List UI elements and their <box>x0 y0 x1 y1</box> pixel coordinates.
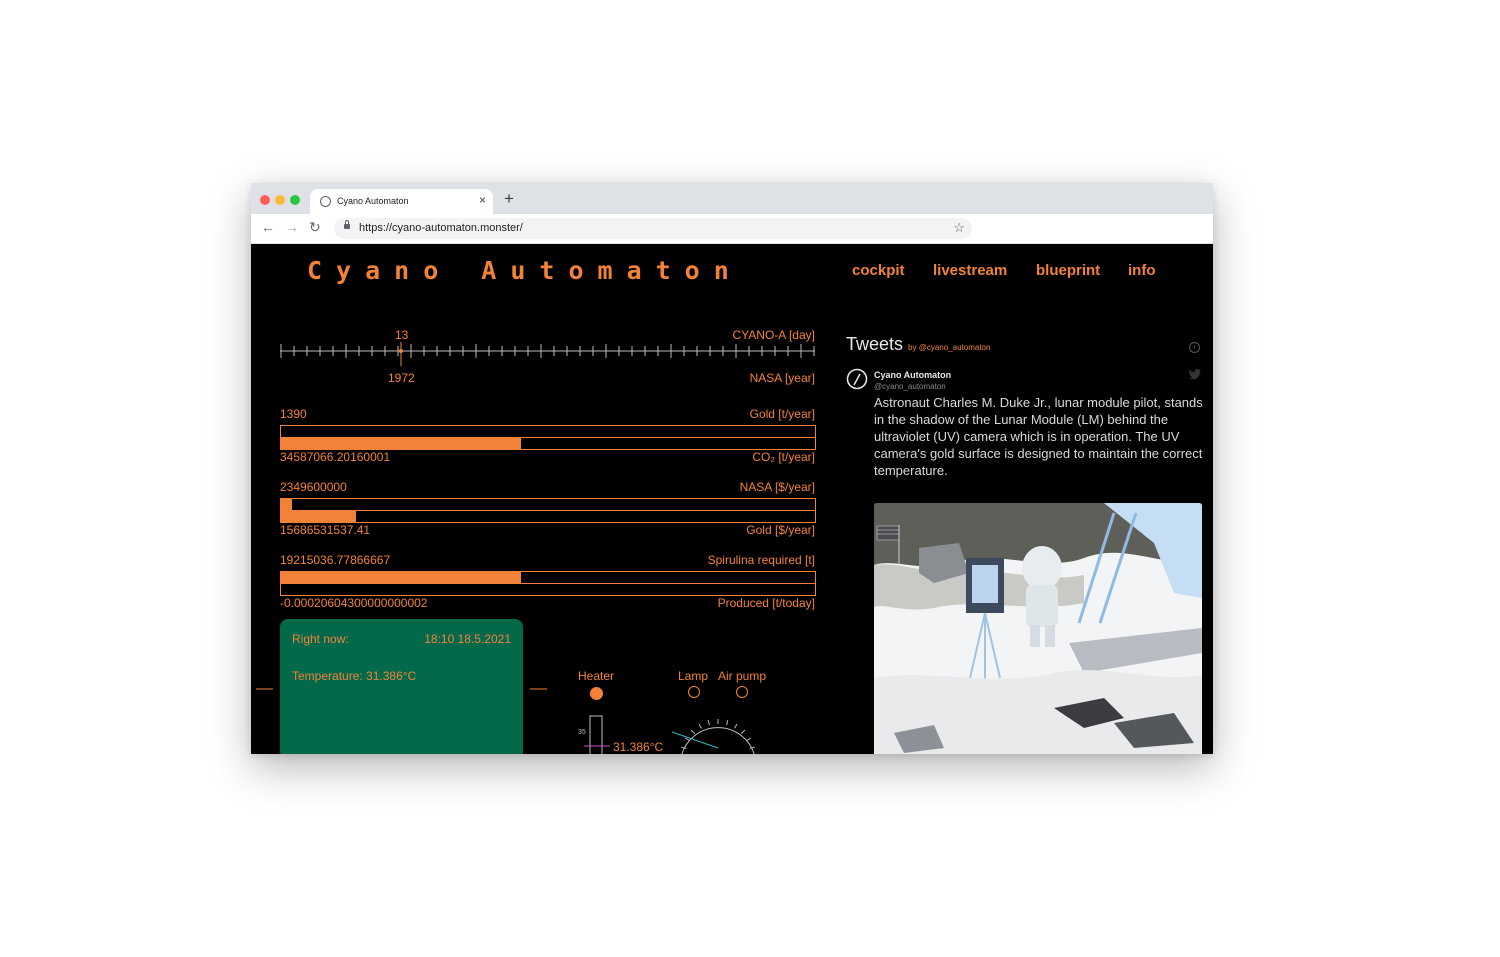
gold-dollars-value: 15686531537.41 <box>280 523 371 537</box>
tweets-heading: Tweets by @cyano_automaton <box>846 334 990 355</box>
thermometer-tick: 35 <box>578 729 586 736</box>
timeline-day-label: CYANO-A [day] <box>732 328 815 342</box>
moon-photo-illustration <box>874 503 1202 754</box>
lamp-label: Lamp <box>678 669 709 683</box>
timeline-day-value: 13 <box>395 328 409 342</box>
timeline-ruler <box>280 342 815 366</box>
temperature-reading: Temperature: 31.386°C <box>292 669 417 683</box>
status-panel: Right now: 18:10 18.5.2021 Temperature: … <box>280 619 523 754</box>
tweet-author-handle[interactable]: @cyano_automaton <box>874 382 946 391</box>
tab-title: Cyano Automaton <box>337 196 409 206</box>
dial-tick <box>734 723 738 729</box>
produced-bar <box>280 583 816 596</box>
nav-livestream[interactable]: livestream <box>933 262 1007 279</box>
nav-info[interactable]: info <box>1128 262 1156 279</box>
co2-label: CO₂ [t/year] <box>752 450 815 464</box>
close-window-dot[interactable] <box>260 195 270 205</box>
gold-dollars-bar <box>280 510 816 523</box>
spirulina-required-label: Spirulina required [t] <box>707 553 815 567</box>
dial-tick <box>726 720 729 726</box>
tweet-author-name[interactable]: Cyano Automaton <box>874 370 951 380</box>
info-icon[interactable]: i <box>1189 342 1200 353</box>
dial-tick <box>698 723 702 729</box>
right-now-label: Right now: <box>292 632 349 646</box>
globe-icon <box>320 196 331 207</box>
lock-icon <box>344 220 350 229</box>
produced-label: Produced [t/today] <box>717 596 815 610</box>
gold-dollars-label: Gold [$/year] <box>746 523 815 537</box>
browser-tab[interactable]: Cyano Automaton × <box>310 189 493 214</box>
co2-fill <box>281 438 522 449</box>
nasa-budget-value: 2349600000 <box>280 480 347 494</box>
dial-tick <box>684 737 690 741</box>
minimize-window-dot[interactable] <box>275 195 285 205</box>
nasa-budget-label: NASA [$/year] <box>739 480 815 494</box>
air-pump-indicator[interactable] <box>736 686 748 698</box>
dial-tick <box>746 737 752 741</box>
tweet-text: Astronaut Charles M. Duke Jr., lunar mod… <box>874 395 1203 478</box>
page-content: Cyano Automaton cockpit livestream bluep… <box>251 244 1213 754</box>
status-timestamp: 18:10 18.5.2021 <box>424 632 511 646</box>
dial-tick <box>749 746 755 749</box>
gold-tonnes-label: Gold [t/year] <box>749 407 815 421</box>
tab-close-icon[interactable]: × <box>479 193 486 207</box>
url-text: https://cyano-automaton.monster/ <box>359 222 523 234</box>
air-pump-label: Air pump <box>718 669 767 683</box>
avatar[interactable] <box>846 368 868 390</box>
dial-tick <box>740 729 746 735</box>
maximize-window-dot[interactable] <box>290 195 300 205</box>
timeline-year-label: NASA [year] <box>749 371 815 385</box>
nav-blueprint[interactable]: blueprint <box>1036 262 1100 279</box>
spirulina-required-fill <box>281 572 522 583</box>
heater-indicator[interactable] <box>590 687 603 700</box>
forward-button[interactable]: → <box>285 219 299 235</box>
back-button[interactable]: ← <box>261 219 275 235</box>
reload-button[interactable]: ↻ <box>309 219 321 236</box>
address-bar: ← → ↻ https://cyano-automaton.monster/ ☆ <box>251 214 1213 244</box>
bookmark-star-icon[interactable]: ☆ <box>953 220 965 236</box>
twitter-bird-icon[interactable] <box>1189 369 1201 379</box>
dial-tick <box>681 746 687 749</box>
tweets-by[interactable]: by @cyano_automaton <box>908 343 990 352</box>
new-tab-button[interactable]: + <box>504 189 514 209</box>
dial-gauge <box>671 719 755 754</box>
co2-value: 34587066.20160001 <box>280 450 391 464</box>
tweet-photo[interactable] <box>874 503 1202 754</box>
nav-cockpit[interactable]: cockpit <box>852 262 905 279</box>
thermometer-value: 31.386°C <box>613 740 664 754</box>
dial-tick <box>707 720 710 726</box>
gold-tonnes-value: 1390 <box>280 407 307 421</box>
gold-dollars-fill <box>281 511 356 522</box>
dial-tick <box>690 729 696 735</box>
co2-bar <box>280 437 816 450</box>
timeline-year-value: 1972 <box>388 371 415 385</box>
url-field[interactable]: https://cyano-automaton.monster/ ☆ <box>334 218 972 239</box>
site-logo[interactable]: Cyano Automaton <box>307 256 743 285</box>
browser-window: Cyano Automaton × + ← → ↻ https://cyano-… <box>251 183 1213 754</box>
tab-strip: Cyano Automaton × + <box>251 183 1213 214</box>
produced-value: -0.00020604300000000002 <box>280 596 428 610</box>
tweets-title: Tweets <box>846 334 904 354</box>
lamp-indicator[interactable] <box>688 686 700 698</box>
heater-label: Heater <box>578 669 615 683</box>
spirulina-required-value: 19215036.77866667 <box>280 553 391 567</box>
nasa-budget-fill <box>281 499 292 510</box>
